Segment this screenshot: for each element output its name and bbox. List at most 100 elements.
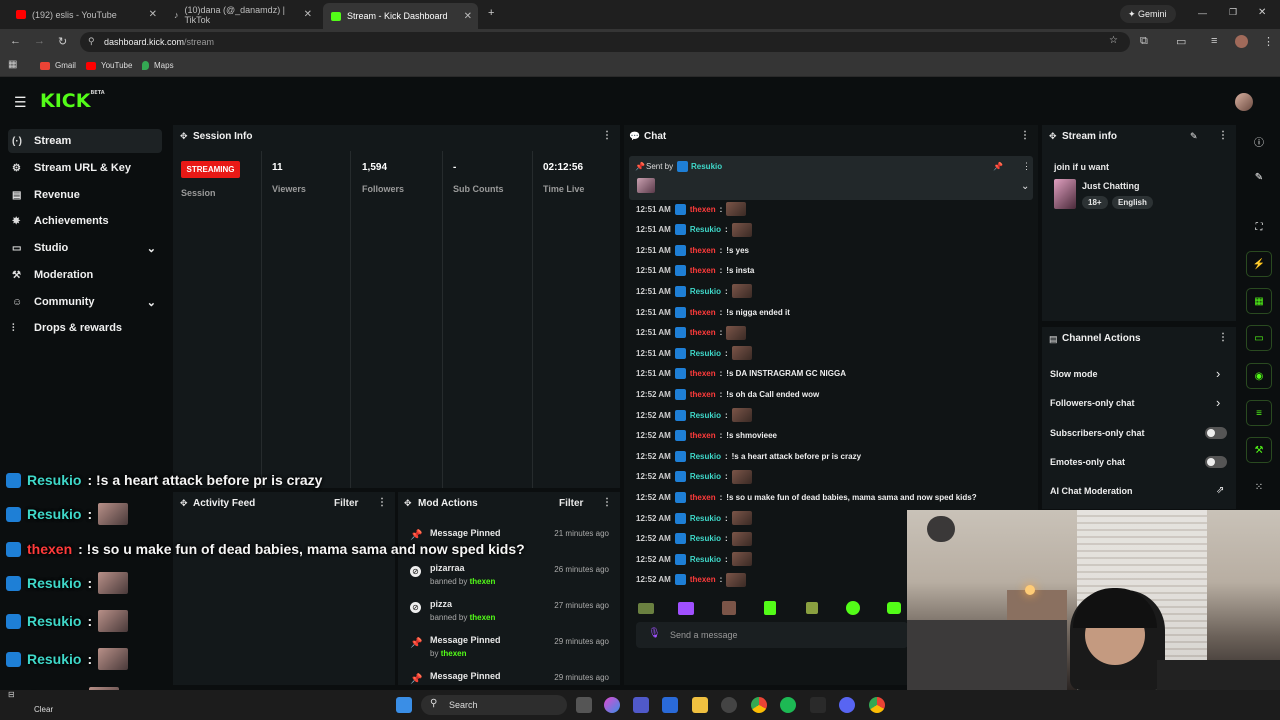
sidebar-item-revenue[interactable]: ▤ Revenue bbox=[8, 183, 162, 207]
minimize-icon[interactable]: — bbox=[1198, 8, 1207, 18]
subscribers-only-row[interactable]: Subscribers-only chat bbox=[1050, 428, 1145, 438]
message-username[interactable]: thexen bbox=[690, 493, 716, 502]
chevron-down-icon[interactable]: ⌄ bbox=[1021, 181, 1029, 192]
sidebar-item-studio[interactable]: ▭ Studio ⌄ bbox=[8, 236, 162, 260]
wrench-icon[interactable]: ⚒ bbox=[1246, 437, 1272, 463]
maximize-icon[interactable]: ❐ bbox=[1229, 7, 1237, 18]
more-options-icon[interactable]: ⋮ bbox=[602, 497, 612, 508]
chat-message[interactable]: 12:51 AM thexen: !s yes bbox=[636, 241, 749, 259]
chat-message[interactable]: 12:52 AM Resukio: !s a heart attack before… bbox=[636, 447, 861, 465]
more-tools-icon[interactable]: ⁙ bbox=[1246, 474, 1272, 500]
chat-message[interactable]: 12:52 AM Resukio: bbox=[636, 530, 752, 548]
extensions-icon[interactable]: ⧉ bbox=[1140, 35, 1148, 48]
chat-message[interactable]: 12:52 AM thexen: !s oh da Call ended wow bbox=[636, 385, 819, 403]
more-options-icon[interactable]: ⋮ bbox=[377, 497, 387, 508]
message-username[interactable]: Resukio bbox=[690, 349, 721, 358]
sidebar-item-community[interactable]: ☺ Community ⌄ bbox=[8, 290, 162, 314]
back-icon[interactable]: ← bbox=[10, 35, 21, 47]
notes-icon[interactable]: ▦ bbox=[1246, 288, 1272, 314]
message-username[interactable]: thexen bbox=[690, 205, 716, 214]
message-username[interactable]: thexen bbox=[690, 246, 716, 255]
close-icon[interactable]: ✕ bbox=[149, 9, 157, 20]
store-icon[interactable] bbox=[662, 697, 678, 713]
fullscreen-icon[interactable]: ⛶ bbox=[1246, 214, 1272, 240]
broadcast-icon[interactable]: ◉ bbox=[1246, 363, 1272, 389]
more-options-icon[interactable]: ⋮ bbox=[1020, 130, 1030, 141]
user-avatar[interactable] bbox=[1235, 93, 1253, 111]
chrome-icon[interactable] bbox=[751, 697, 767, 713]
chevron-right-icon[interactable]: › bbox=[1216, 366, 1220, 381]
chrome-active-icon[interactable] bbox=[869, 697, 885, 713]
message-username[interactable]: Resukio bbox=[690, 555, 721, 564]
sidebar-item-stream[interactable]: (·) Stream bbox=[8, 129, 162, 153]
mod-action-user[interactable]: thexen bbox=[470, 577, 496, 586]
pinned-message[interactable]: 📌 Sent by Resukio 📌 ⋮ ⌄ bbox=[629, 156, 1033, 200]
chat-icon[interactable]: ▭ bbox=[1246, 325, 1272, 351]
task-view-icon[interactable] bbox=[576, 697, 592, 713]
message-username[interactable]: Resukio bbox=[690, 534, 721, 543]
sidebar-item-stream-url-key[interactable]: ⚙ Stream URL & Key bbox=[8, 156, 162, 180]
emote-icon[interactable] bbox=[722, 601, 736, 615]
slow-mode-row[interactable]: Slow mode bbox=[1050, 369, 1098, 379]
kick-logo[interactable]: KICKBETA bbox=[40, 90, 105, 112]
chat-message[interactable]: 12:51 AM Resukio: bbox=[636, 221, 752, 239]
terminal-icon[interactable] bbox=[810, 697, 826, 713]
message-username[interactable]: Resukio bbox=[690, 225, 721, 234]
clear-label[interactable]: Clear bbox=[34, 705, 53, 714]
chat-message[interactable]: 12:51 AM thexen: !s nigga ended it bbox=[636, 303, 790, 321]
site-info-icon[interactable]: ⚲ bbox=[88, 36, 95, 47]
tab-tiktok[interactable]: ♪ (10)dana (@_danamdz) | TikTok ✕ bbox=[166, 4, 318, 25]
chat-message[interactable]: 12:51 AM thexen: bbox=[636, 200, 747, 218]
message-username[interactable]: thexen bbox=[690, 266, 716, 275]
stream-category[interactable]: Just Chatting bbox=[1082, 181, 1140, 191]
chat-message[interactable]: 12:51 AM thexen: bbox=[636, 324, 747, 342]
emote-icon[interactable] bbox=[764, 601, 776, 615]
edit-icon[interactable]: ✎ bbox=[1246, 164, 1272, 190]
chat-message[interactable]: 12:51 AM Resukio: bbox=[636, 282, 752, 300]
discord-icon[interactable] bbox=[839, 697, 855, 713]
copilot-icon[interactable] bbox=[604, 697, 620, 713]
teams-icon[interactable] bbox=[633, 697, 649, 713]
message-username[interactable]: Resukio bbox=[690, 287, 721, 296]
filter-button[interactable]: Filter bbox=[559, 498, 583, 509]
message-username[interactable]: thexen bbox=[690, 390, 716, 399]
emote-icon[interactable] bbox=[806, 602, 818, 614]
emote-icon[interactable] bbox=[846, 601, 860, 615]
chat-message[interactable]: 12:51 AM Resukio: bbox=[636, 344, 752, 362]
apps-grid-icon[interactable]: ▦ bbox=[8, 59, 17, 70]
windows-start-icon[interactable] bbox=[396, 697, 412, 713]
more-options-icon[interactable]: ⋮ bbox=[1218, 130, 1228, 141]
message-username[interactable]: thexen bbox=[690, 431, 716, 440]
close-window-icon[interactable]: ✕ bbox=[1258, 7, 1266, 18]
forward-icon[interactable]: → bbox=[34, 35, 45, 47]
hamburger-menu-icon[interactable]: ☰ bbox=[14, 94, 27, 111]
message-username[interactable]: Resukio bbox=[690, 411, 721, 420]
layers-icon[interactable]: ≡ bbox=[1246, 400, 1272, 426]
chat-message[interactable]: 12:52 AM Resukio: bbox=[636, 468, 752, 486]
chat-message[interactable]: 12:52 AM Resukio: bbox=[636, 550, 752, 568]
new-tab-icon[interactable]: + bbox=[488, 7, 494, 19]
sidebar-item-achievements[interactable]: ✸ Achievements bbox=[8, 209, 162, 233]
chat-message[interactable]: 12:52 AM thexen: !s so u make fun of dead … bbox=[636, 488, 977, 506]
media-icon[interactable]: ≡ bbox=[1211, 35, 1217, 47]
emote-icon[interactable] bbox=[678, 602, 694, 615]
filter-button[interactable]: Filter bbox=[334, 498, 358, 509]
message-username[interactable]: Resukio bbox=[690, 452, 721, 461]
unpin-icon[interactable]: 📌 bbox=[993, 162, 1003, 171]
sidebar-item-drops-rewards[interactable]: ⫶ Drops & rewards bbox=[8, 316, 162, 340]
chevron-right-icon[interactable]: › bbox=[1216, 395, 1220, 410]
chat-message[interactable]: 12:51 AM thexen: !s insta bbox=[636, 262, 754, 280]
obs-icon[interactable] bbox=[721, 697, 737, 713]
cast-icon[interactable]: ▭ bbox=[1176, 35, 1186, 48]
chat-input[interactable]: 🎙 Send a message bbox=[636, 622, 908, 648]
message-username[interactable]: Resukio bbox=[690, 472, 721, 481]
gemini-button[interactable]: ✦ Gemini bbox=[1120, 5, 1176, 23]
message-username[interactable]: thexen bbox=[690, 328, 716, 337]
emote-icon[interactable] bbox=[638, 603, 654, 614]
bookmark-maps[interactable]: Maps bbox=[142, 61, 174, 70]
url-bar[interactable]: ⚲ dashboard.kick.com/stream ☆ bbox=[80, 32, 1130, 52]
message-username[interactable]: thexen bbox=[690, 369, 716, 378]
file-explorer-icon[interactable] bbox=[692, 697, 708, 713]
emote-icon[interactable] bbox=[887, 602, 901, 614]
bookmark-gmail[interactable]: Gmail bbox=[40, 61, 76, 70]
